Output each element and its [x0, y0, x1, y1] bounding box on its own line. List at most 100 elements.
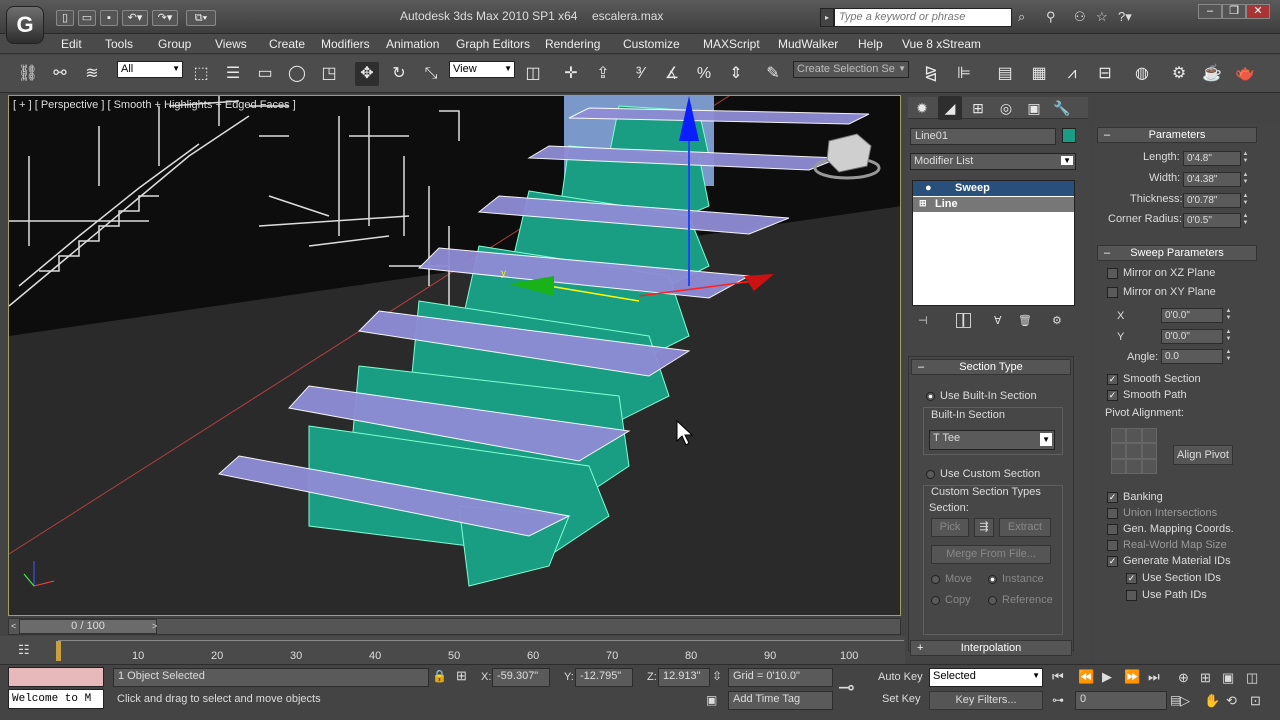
pick-button[interactable]: Pick [931, 518, 969, 537]
lightbulb-icon[interactable]: ● [925, 182, 932, 194]
field-of-view-icon[interactable]: ▷ [1180, 693, 1190, 709]
smooth-path-checkbox[interactable]: ✓ [1107, 390, 1118, 401]
rendered-frame-window-icon[interactable]: ☕ [1200, 62, 1224, 86]
spinner-arrows-icon[interactable]: ▲ ▼ [1224, 349, 1233, 364]
select-manipulate-icon[interactable]: ✛ [559, 62, 583, 86]
spinner-arrows-icon[interactable]: ▲ ▼ [1224, 308, 1233, 323]
binoculars-icon[interactable]: ⌕ [1018, 9, 1025, 25]
section-type-header[interactable]: – Section Type [911, 359, 1071, 375]
use-builtin-radio[interactable] [926, 392, 935, 401]
named-selection-dropdown[interactable]: Create Selection Se ▼ [793, 61, 909, 78]
remove-modifier-icon[interactable]: 🗑 [1018, 314, 1032, 327]
thickness-spinner[interactable]: 0'0.78" [1183, 193, 1241, 208]
selection-filter-dropdown[interactable]: All ▼ [117, 61, 183, 78]
use-path-ids-checkbox[interactable] [1126, 590, 1137, 601]
schematic-view-icon[interactable]: ⊟ [1093, 62, 1117, 86]
corner-radius-spinner[interactable]: 0'0.5" [1183, 213, 1241, 228]
auto-key-button[interactable]: Auto Key [878, 671, 923, 683]
key-icon[interactable]: ⊸ [838, 675, 855, 700]
pivot-cell[interactable] [1126, 443, 1142, 459]
absolute-mode-icon[interactable]: ⊞ [456, 668, 467, 684]
search-expand-icon[interactable]: ▸ [820, 8, 834, 27]
render-production-icon[interactable]: 🫖 [1233, 62, 1257, 86]
pivot-cell[interactable] [1141, 428, 1157, 444]
maxscript-mini-listener[interactable]: Welcome to M [8, 689, 104, 709]
undo-icon[interactable]: ↶▾ [122, 10, 148, 26]
banking-checkbox[interactable]: ✓ [1107, 492, 1118, 503]
help-icon[interactable]: ?▾ [1118, 9, 1132, 25]
align-icon[interactable]: ⊫ [952, 62, 976, 86]
subscription-icon[interactable]: ⚲ [1046, 9, 1056, 25]
maxscript-listener-top[interactable] [8, 667, 104, 687]
pin-stack-icon[interactable]: ⊣ [918, 314, 928, 327]
select-and-rotate-icon[interactable]: ↻ [387, 62, 411, 86]
select-object-icon[interactable]: ⬚ [189, 62, 213, 86]
pivot-cell[interactable] [1111, 458, 1127, 474]
pivot-cell[interactable] [1126, 458, 1142, 474]
hierarchy-tab-icon[interactable]: ⊞ [966, 96, 990, 120]
menu-rendering[interactable]: Rendering [545, 37, 600, 51]
track-bar[interactable]: ☷ 10 20 30 40 50 60 70 80 90 100 [0, 636, 905, 664]
play-icon[interactable]: ▶ [1102, 669, 1112, 685]
modifier-list-dropdown[interactable]: Modifier List ▼ [910, 153, 1076, 170]
pivot-cell[interactable] [1111, 428, 1127, 444]
menu-group[interactable]: Group [158, 37, 191, 51]
next-frame-arrow-icon[interactable]: > [152, 621, 157, 631]
offset-y-spinner[interactable]: 0'0.0" [1161, 329, 1223, 344]
select-and-move-icon[interactable]: ✥ [355, 62, 379, 86]
mirror-xy-checkbox[interactable] [1107, 287, 1118, 298]
open-file-icon[interactable]: ▭ [78, 10, 96, 26]
link-icon[interactable]: ⛓ [16, 62, 40, 86]
viewport-label[interactable]: [ + ] [ Perspective ] [ Smooth + Highlig… [13, 99, 296, 111]
copy-radio[interactable] [931, 596, 940, 605]
time-tag-icon[interactable]: ▣ [706, 693, 717, 707]
project-folder-icon[interactable]: ⧉▾ [186, 10, 216, 26]
x-coord-field[interactable]: -59.307" [492, 668, 550, 687]
smooth-section-checkbox[interactable]: ✓ [1107, 374, 1118, 385]
add-time-tag-button[interactable]: Add Time Tag [728, 691, 833, 710]
union-intersections-checkbox[interactable] [1107, 508, 1118, 519]
zoom-extents-icon[interactable]: ▣ [1222, 670, 1234, 686]
selection-lock-icon[interactable]: 🔒 [432, 669, 447, 683]
window-crossing-icon[interactable]: ◳ [317, 62, 341, 86]
close-button[interactable]: ✕ [1246, 4, 1270, 19]
key-mode-dropdown[interactable]: Selected ▼ [929, 668, 1043, 687]
search-input[interactable]: Type a keyword or phrase [834, 8, 1012, 27]
length-spinner[interactable]: 0'4.8" [1183, 151, 1241, 166]
application-menu-button[interactable]: G [6, 6, 44, 44]
bind-space-warp-icon[interactable]: ≋ [80, 62, 104, 86]
stack-item-line[interactable]: ⊞ Line [913, 197, 1074, 212]
menu-tools[interactable]: Tools [105, 37, 133, 51]
go-to-end-icon[interactable]: ⏭ [1148, 669, 1160, 685]
zoom-icon[interactable]: ⊕ [1178, 670, 1189, 686]
save-file-icon[interactable]: ▪ [100, 10, 118, 26]
favorites-icon[interactable]: ☆ [1096, 9, 1108, 25]
offset-x-spinner[interactable]: 0'0.0" [1161, 308, 1223, 323]
instance-radio[interactable] [988, 575, 997, 584]
graphite-ribbon-icon[interactable]: ▦ [1027, 62, 1051, 86]
pivot-cell[interactable] [1126, 428, 1142, 444]
edit-named-selection-icon[interactable]: ✎ [761, 62, 785, 86]
spinner-arrows-icon[interactable]: ▲ ▼ [1241, 151, 1250, 166]
utilities-tab-icon[interactable]: 🔧 [1050, 96, 1074, 120]
percent-snap-icon[interactable]: % [692, 62, 716, 86]
spinner-arrows-icon[interactable]: ▲ ▼ [1241, 193, 1250, 208]
spinner-arrows-icon[interactable]: ▲ ▼ [1241, 172, 1250, 187]
angle-spinner[interactable]: 0.0 [1161, 349, 1223, 364]
perspective-viewport[interactable]: [ + ] [ Perspective ] [ Smooth + Highlig… [8, 95, 901, 616]
menu-edit[interactable]: Edit [61, 37, 82, 51]
angle-snap-icon[interactable]: ∡ [660, 62, 684, 86]
render-setup-icon[interactable]: ⚙ [1167, 62, 1191, 86]
y-coord-field[interactable]: -12.795" [575, 668, 633, 687]
communication-center-icon[interactable]: ⚇ [1074, 9, 1086, 25]
z-coord-field[interactable]: 12.913" [658, 668, 710, 687]
current-frame-field[interactable]: 0 [1075, 691, 1167, 710]
unlink-icon[interactable]: ⚯ [48, 62, 72, 86]
expand-plus-icon[interactable]: ⊞ [919, 198, 927, 209]
use-custom-radio[interactable] [926, 470, 935, 479]
make-unique-icon[interactable]: ∀ [994, 314, 1002, 327]
go-to-start-icon[interactable]: ⏮ [1052, 669, 1064, 685]
gen-mapping-checkbox[interactable] [1107, 524, 1118, 535]
stack-item-sweep[interactable]: ● Sweep [913, 181, 1074, 196]
pivot-cell[interactable] [1141, 458, 1157, 474]
